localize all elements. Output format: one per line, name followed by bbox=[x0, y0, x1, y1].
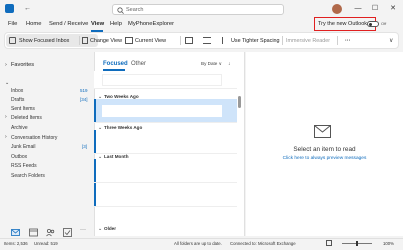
outlook-logo-icon bbox=[5, 4, 14, 13]
inbox-count: 519 bbox=[80, 88, 88, 93]
layout-icon[interactable] bbox=[185, 37, 193, 44]
show-focused-inbox-label: Show Focused Inbox bbox=[19, 38, 70, 44]
normal-view-icon[interactable] bbox=[326, 240, 332, 246]
zoom-slider-thumb[interactable] bbox=[356, 241, 358, 246]
junk-count: [3] bbox=[82, 144, 88, 149]
sidebar-item-inbox[interactable]: Inbox bbox=[11, 88, 23, 94]
focused-inbox-icon bbox=[9, 37, 16, 44]
close-button[interactable]: ✕ bbox=[388, 4, 398, 14]
status-unread: Unread: 519 bbox=[34, 241, 58, 246]
tighter-spacing-button[interactable]: Use Tighter Spacing bbox=[231, 36, 280, 46]
drafts-count: [34] bbox=[80, 97, 88, 102]
status-folders: All folders are up to date. bbox=[174, 241, 222, 246]
tab-help[interactable]: Help bbox=[110, 19, 122, 29]
reading-pane-title: Select an item to read bbox=[293, 146, 356, 153]
calendar-icon[interactable] bbox=[29, 228, 38, 237]
reading-pane bbox=[246, 52, 403, 236]
minimize-button[interactable]: — bbox=[353, 4, 363, 14]
sidebar-item-junk-email[interactable]: Junk Email bbox=[11, 144, 35, 150]
sidebar-item-archive[interactable]: Archive bbox=[11, 125, 28, 131]
chevron-down-icon[interactable]: ⌄ bbox=[5, 80, 9, 86]
chevron-down-icon[interactable]: ⌄ bbox=[98, 226, 102, 232]
tab-home[interactable]: Home bbox=[26, 19, 41, 29]
tab-focused[interactable]: Focused bbox=[103, 61, 128, 67]
ribbon-divider bbox=[180, 36, 181, 45]
sidebar-item-deleted-items[interactable]: Deleted Items bbox=[11, 115, 42, 121]
current-view-button[interactable]: Current View bbox=[135, 36, 166, 46]
people-icon[interactable] bbox=[46, 228, 55, 237]
immersive-reader-button[interactable]: Immersive Reader bbox=[286, 36, 330, 46]
favorites-header[interactable]: Favorites bbox=[11, 62, 34, 68]
sidebar-item-outbox[interactable]: Outbox bbox=[11, 154, 27, 160]
always-preview-link[interactable]: Click here to always preview messages bbox=[246, 156, 403, 161]
sidebar-item-drafts[interactable]: Drafts bbox=[11, 97, 24, 103]
current-view-icon bbox=[125, 37, 133, 44]
avatar[interactable] bbox=[332, 4, 342, 14]
chevron-right-icon[interactable]: › bbox=[5, 134, 7, 140]
search-icon bbox=[117, 7, 124, 14]
sidebar-item-rss-feeds[interactable]: RSS Feeds bbox=[11, 163, 37, 169]
tighter-spacing-icon bbox=[222, 37, 228, 44]
reading-pane-icon[interactable] bbox=[203, 37, 211, 44]
chevron-right-icon[interactable]: › bbox=[5, 62, 7, 68]
chevron-down-icon[interactable]: ∨ bbox=[389, 37, 393, 44]
mail-icon[interactable] bbox=[11, 228, 20, 237]
table-row[interactable] bbox=[94, 99, 237, 123]
sidebar-item-sent-items[interactable]: Sent Items bbox=[11, 106, 35, 112]
sidebar-item-search-folders[interactable]: Search Folders bbox=[11, 173, 45, 179]
ribbon-divider bbox=[337, 36, 338, 45]
ribbon-divider bbox=[282, 36, 283, 45]
envelope-icon bbox=[314, 125, 331, 138]
try-new-outlook-toggle[interactable] bbox=[367, 21, 379, 27]
change-view-icon bbox=[82, 37, 88, 44]
chevron-right-icon[interactable]: › bbox=[5, 114, 7, 120]
change-view-button[interactable]: Change View bbox=[90, 36, 122, 46]
search-input[interactable]: Search bbox=[112, 4, 284, 15]
maximize-button[interactable]: ☐ bbox=[370, 4, 380, 14]
sort-by-date-button[interactable]: By Date ∨ bbox=[201, 61, 222, 67]
tasks-icon[interactable] bbox=[63, 228, 72, 237]
sort-direction-icon[interactable]: ↓ bbox=[228, 61, 231, 67]
tab-myphoneexplorer[interactable]: MyPhoneExplorer bbox=[128, 19, 174, 29]
table-row[interactable] bbox=[94, 183, 237, 207]
table-row[interactable] bbox=[94, 159, 237, 183]
table-row[interactable] bbox=[94, 130, 237, 154]
sidebar-item-conversation-history[interactable]: Conversation History bbox=[11, 135, 57, 141]
more-options-button[interactable]: ··· bbox=[345, 36, 350, 46]
tab-view[interactable]: View bbox=[91, 19, 104, 29]
back-arrow-icon[interactable]: ← bbox=[24, 5, 31, 12]
status-connection: Connected to: Microsoft Exchange bbox=[230, 241, 296, 246]
tab-send-receive[interactable]: Send / Receive bbox=[49, 19, 88, 29]
zoom-level: 100% bbox=[383, 241, 394, 246]
tab-file[interactable]: File bbox=[8, 19, 17, 29]
list-item[interactable] bbox=[94, 71, 237, 89]
more-apps-button[interactable]: ··· bbox=[80, 227, 86, 233]
ribbon-divider bbox=[79, 36, 80, 45]
search-placeholder: Search bbox=[126, 7, 144, 13]
group-header: Older bbox=[104, 226, 116, 231]
scrollbar[interactable] bbox=[238, 96, 241, 108]
try-new-outlook-label: Try the new Outlook bbox=[318, 20, 368, 27]
status-items: Items: 2,536 bbox=[4, 241, 28, 246]
toggle-state-label: Off bbox=[381, 20, 387, 26]
tab-other[interactable]: Other bbox=[131, 61, 146, 67]
